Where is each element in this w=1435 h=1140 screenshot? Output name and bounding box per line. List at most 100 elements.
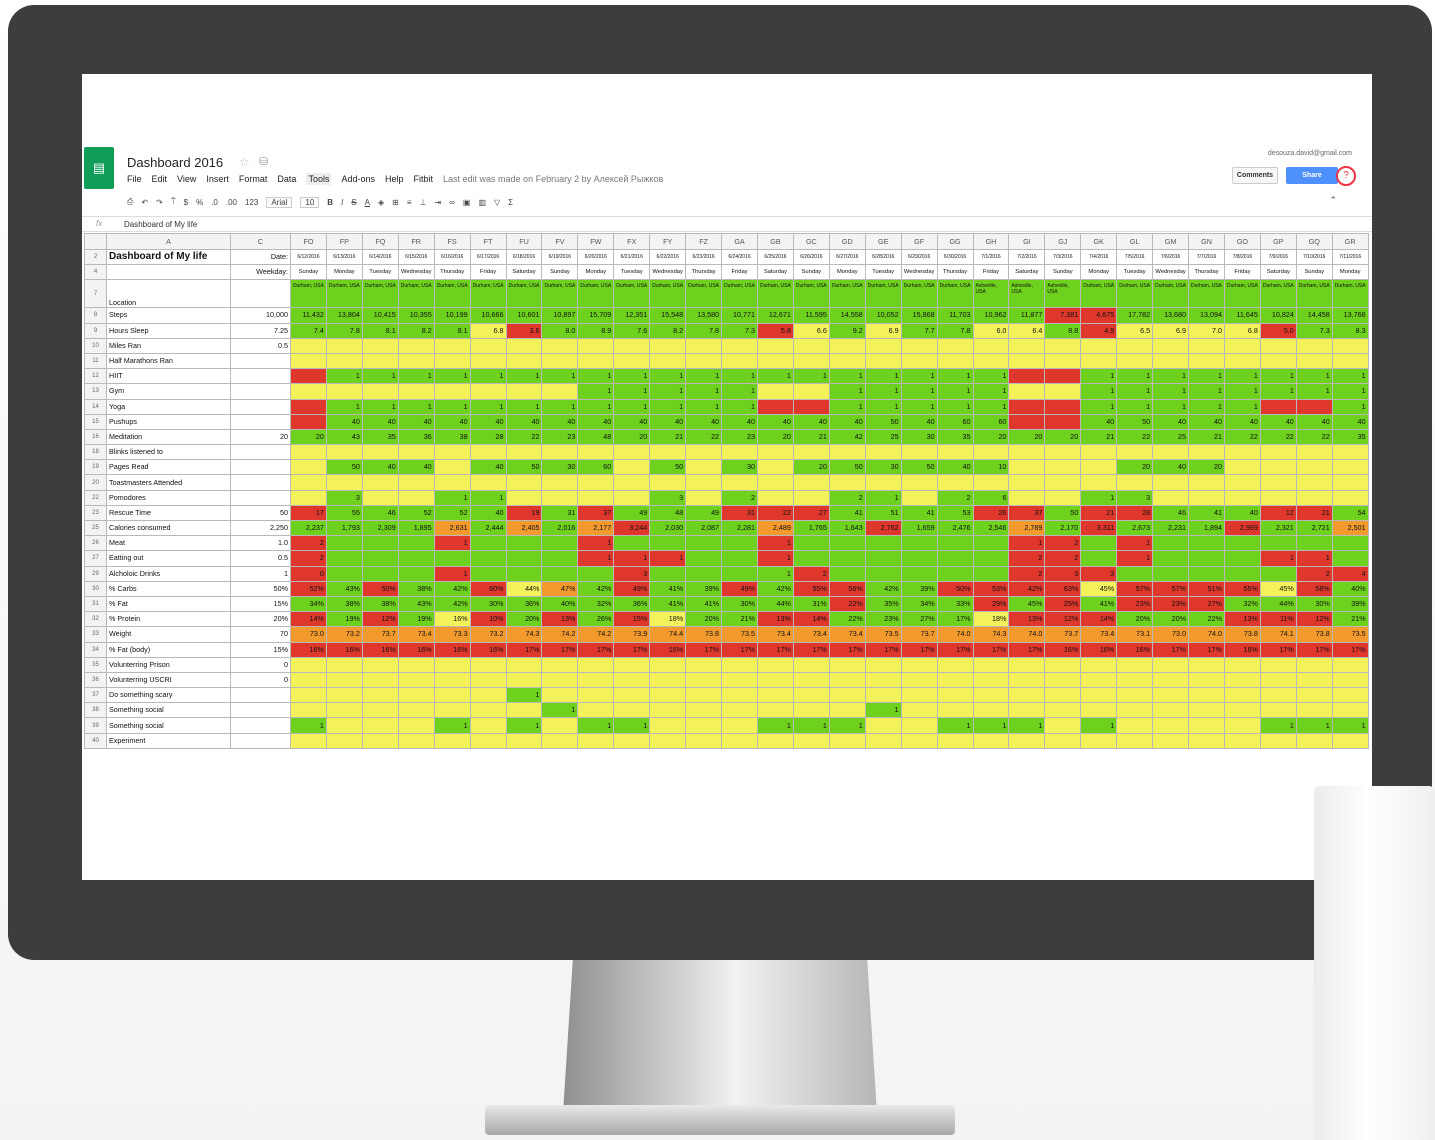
metric-cell[interactable]: 41% bbox=[685, 595, 723, 613]
metric-cell[interactable]: 3 bbox=[325, 489, 363, 506]
metric-cell[interactable]: 20% bbox=[1116, 611, 1154, 628]
metric-cell[interactable] bbox=[1152, 702, 1190, 719]
row-number[interactable]: 12 bbox=[84, 368, 107, 385]
metric-cell[interactable]: 43% bbox=[325, 580, 363, 597]
metric-cell[interactable]: 15,709 bbox=[577, 307, 615, 324]
metric-cell[interactable]: 17% bbox=[577, 641, 615, 658]
location-cell[interactable]: Durham, USA bbox=[756, 279, 794, 309]
metric-cell[interactable]: 43% bbox=[397, 595, 435, 613]
metric-cell[interactable]: 1 bbox=[1295, 550, 1333, 567]
metric-cell[interactable]: 1 bbox=[828, 368, 866, 385]
metric-cell[interactable]: 32% bbox=[1223, 595, 1261, 613]
metric-label[interactable]: Pomodores bbox=[106, 489, 231, 506]
location-cell[interactable]: Durham, USA bbox=[1259, 279, 1297, 309]
metric-cell[interactable]: 1 bbox=[1008, 535, 1046, 552]
weekday-cell[interactable]: Tuesday bbox=[1116, 264, 1154, 281]
metric-cell[interactable] bbox=[1259, 337, 1297, 354]
metric-cell[interactable] bbox=[649, 337, 687, 354]
metric-cell[interactable]: 38 bbox=[433, 428, 471, 446]
metric-cell[interactable]: 3 bbox=[1116, 489, 1154, 506]
metric-cell[interactable]: 49 bbox=[613, 504, 651, 522]
metric-cell[interactable] bbox=[1008, 352, 1046, 370]
metric-cell[interactable]: 42% bbox=[864, 580, 902, 597]
metric-cell[interactable]: 41% bbox=[649, 595, 687, 613]
metric-cell[interactable] bbox=[685, 550, 723, 567]
metric-cell[interactable]: 6.8 bbox=[1223, 322, 1261, 339]
metric-cell[interactable]: 3 bbox=[613, 565, 651, 582]
metric-cell[interactable] bbox=[1188, 550, 1225, 567]
metric-cell[interactable] bbox=[900, 732, 938, 749]
location-cell[interactable]: Durham, USA bbox=[685, 279, 723, 309]
metric-cell[interactable]: 16% bbox=[433, 611, 471, 628]
metric-cell[interactable] bbox=[541, 565, 579, 582]
date-cell[interactable]: 6/21/2016 bbox=[613, 248, 651, 266]
metric-cell[interactable] bbox=[721, 550, 758, 567]
metric-cell[interactable]: 17% bbox=[936, 611, 974, 628]
metric-cell[interactable]: 13% bbox=[756, 611, 794, 628]
metric-cell[interactable] bbox=[1080, 656, 1118, 673]
metric-cell[interactable] bbox=[1188, 474, 1225, 491]
column-header[interactable]: GB bbox=[756, 233, 794, 250]
metric-cell[interactable]: 38% bbox=[397, 580, 435, 597]
metric-cell[interactable] bbox=[1188, 565, 1225, 582]
metric-target[interactable]: 15% bbox=[230, 641, 291, 658]
metric-cell[interactable] bbox=[828, 656, 866, 673]
row-number[interactable]: 27 bbox=[84, 550, 107, 567]
metric-cell[interactable] bbox=[685, 444, 723, 461]
metric-cell[interactable]: 17% bbox=[792, 641, 830, 658]
metric-cell[interactable] bbox=[721, 444, 758, 461]
weekday-cell[interactable]: Monday bbox=[577, 264, 615, 281]
metric-cell[interactable] bbox=[577, 474, 615, 491]
metric-cell[interactable] bbox=[864, 656, 902, 673]
last-edit-link[interactable]: Last edit was made on February 2 by Алек… bbox=[443, 174, 663, 184]
metric-cell[interactable]: 0 bbox=[290, 565, 327, 582]
metric-cell[interactable] bbox=[290, 656, 327, 673]
metric-cell[interactable]: 1 bbox=[505, 717, 543, 734]
metric-cell[interactable]: 16% bbox=[1116, 641, 1154, 658]
menu-help[interactable]: Help bbox=[385, 174, 404, 184]
metric-cell[interactable] bbox=[1008, 444, 1046, 461]
metric-cell[interactable]: 10,897 bbox=[541, 307, 579, 324]
column-header[interactable]: GO bbox=[1223, 233, 1261, 250]
metric-cell[interactable]: 17,782 bbox=[1116, 307, 1154, 324]
weekday-cell[interactable]: Friday bbox=[972, 264, 1010, 281]
metric-label[interactable]: Yoga bbox=[106, 398, 231, 415]
metric-cell[interactable]: 47% bbox=[541, 580, 579, 597]
metric-cell[interactable]: 1 bbox=[397, 398, 435, 415]
metric-cell[interactable]: 52 bbox=[397, 504, 435, 522]
metric-label[interactable]: Pages Read bbox=[106, 459, 231, 476]
metric-cell[interactable]: 4,675 bbox=[1080, 307, 1118, 324]
metric-cell[interactable] bbox=[1008, 383, 1046, 400]
metric-cell[interactable]: 1 bbox=[577, 368, 615, 385]
metric-cell[interactable] bbox=[469, 565, 507, 582]
metric-cell[interactable]: 74.2 bbox=[577, 626, 615, 643]
metric-cell[interactable]: 40 bbox=[361, 413, 399, 430]
metric-cell[interactable]: 17% bbox=[1259, 641, 1297, 658]
metric-cell[interactable] bbox=[1223, 489, 1261, 506]
metric-cell[interactable] bbox=[792, 550, 830, 567]
metric-cell[interactable]: 40 bbox=[1223, 504, 1261, 522]
metric-cell[interactable]: 45% bbox=[1008, 595, 1046, 613]
metric-cell[interactable]: 1 bbox=[433, 565, 471, 582]
metric-cell[interactable] bbox=[828, 474, 866, 491]
metric-cell[interactable] bbox=[1188, 656, 1225, 673]
metric-cell[interactable]: 40 bbox=[577, 413, 615, 430]
row-number[interactable]: 19 bbox=[84, 459, 107, 476]
metric-cell[interactable]: 23% bbox=[1116, 595, 1154, 613]
metric-cell[interactable]: 22 bbox=[1295, 428, 1333, 446]
metric-cell[interactable] bbox=[756, 337, 794, 354]
metric-cell[interactable]: 7.4 bbox=[290, 322, 327, 339]
metric-cell[interactable]: 7.8 bbox=[685, 322, 723, 339]
row-number[interactable]: 11 bbox=[84, 352, 107, 370]
metric-cell[interactable] bbox=[1080, 702, 1118, 719]
metric-label[interactable]: Toastmasters Attended bbox=[106, 474, 231, 491]
metric-cell[interactable] bbox=[433, 656, 471, 673]
metric-cell[interactable]: 17% bbox=[756, 641, 794, 658]
metric-cell[interactable] bbox=[397, 702, 435, 719]
metric-cell[interactable]: 17% bbox=[721, 641, 758, 658]
metric-cell[interactable]: 38% bbox=[325, 595, 363, 613]
metric-cell[interactable] bbox=[1008, 671, 1046, 689]
metric-cell[interactable]: 14% bbox=[1080, 611, 1118, 628]
weekday-cell[interactable]: Sunday bbox=[792, 264, 830, 281]
metric-cell[interactable] bbox=[1188, 732, 1225, 749]
